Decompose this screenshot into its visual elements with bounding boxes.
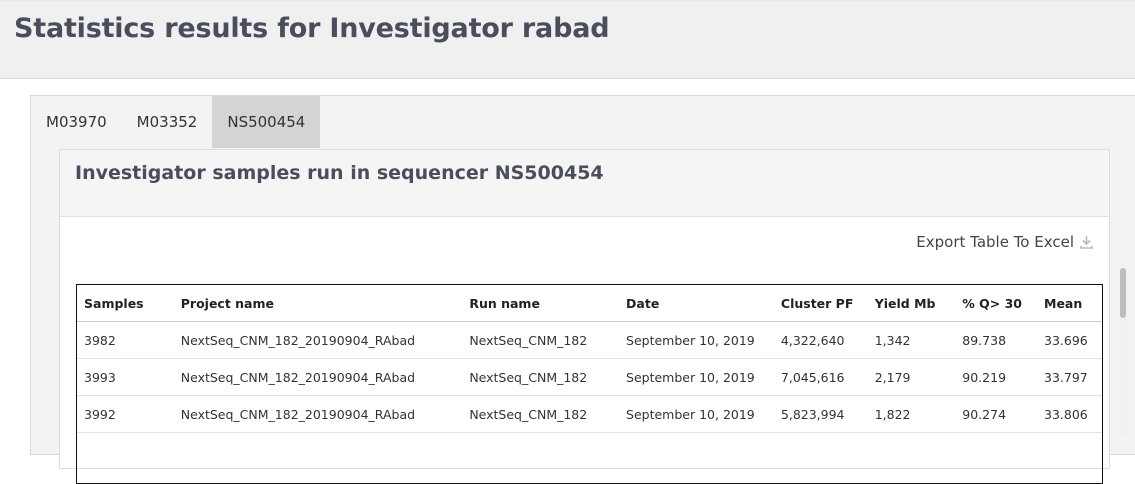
table-row: 3982 NextSeq_CNM_182_20190904_RAbad Next… xyxy=(77,321,1102,359)
cell-yield-mb: 1,822 xyxy=(867,395,956,433)
table-row: 3993 NextSeq_CNM_182_20190904_RAbad Next… xyxy=(77,358,1102,396)
table-header-row: Samples Project name Run name Date Clust… xyxy=(77,285,1102,322)
cell-q30: 89.738 xyxy=(955,321,1038,359)
column-header-samples[interactable]: Samples xyxy=(77,285,174,322)
cell-samples: 3993 xyxy=(77,358,174,396)
cell-date: September 10, 2019 xyxy=(619,321,774,359)
card-title: Investigator samples run in sequencer NS… xyxy=(75,162,604,184)
cell-cluster-pf: 7,045,616 xyxy=(773,358,868,396)
tab-ns500454[interactable]: NS500454 xyxy=(212,96,321,148)
cell-run-name: NextSeq_CNM_182 xyxy=(462,358,620,396)
tab-m03352[interactable]: M03352 xyxy=(122,96,213,148)
card-header: Investigator samples run in sequencer NS… xyxy=(60,150,1109,217)
vertical-scrollbar[interactable] xyxy=(1119,268,1127,436)
cell-cluster-pf: 4,322,640 xyxy=(773,321,868,359)
export-excel-label: Export Table To Excel xyxy=(916,233,1074,251)
column-header-yield-mb[interactable]: Yield Mb xyxy=(867,285,956,322)
cell-project-name: NextSeq_CNM_182_20190904_RAbad xyxy=(173,358,463,396)
cell-project-name: NextSeq_CNM_182_20190904_RAbad xyxy=(173,321,463,359)
table-row: 3992 NextSeq_CNM_182_20190904_RAbad Next… xyxy=(77,395,1102,433)
column-header-run-name[interactable]: Run name xyxy=(462,285,620,322)
scrollbar-thumb[interactable] xyxy=(1120,268,1126,318)
cell-samples: 3992 xyxy=(77,395,174,433)
page-header: Statistics results for Investigator raba… xyxy=(0,0,1135,79)
cell-q30: 90.219 xyxy=(955,358,1038,396)
column-header-mean[interactable]: Mean xyxy=(1037,285,1102,322)
cell-mean: 33.797 xyxy=(1037,358,1102,396)
tab-bar: M03970 M03352 NS500454 xyxy=(31,96,321,148)
cell-cluster-pf: 5,823,994 xyxy=(773,395,868,433)
sequencer-tabs-panel: M03970 M03352 NS500454 Investigator samp… xyxy=(30,95,1135,484)
cell-q30: 90.274 xyxy=(955,395,1038,433)
cell-date: September 10, 2019 xyxy=(619,358,774,396)
tab-m03970[interactable]: M03970 xyxy=(31,96,122,148)
download-icon xyxy=(1080,236,1093,249)
column-header-project-name[interactable]: Project name xyxy=(173,285,463,322)
results-card: Investigator samples run in sequencer NS… xyxy=(59,149,1110,484)
cell-yield-mb: 2,179 xyxy=(867,358,956,396)
cell-project-name: NextSeq_CNM_182_20190904_RAbad xyxy=(173,395,463,433)
results-table: Samples Project name Run name Date Clust… xyxy=(76,284,1103,484)
export-excel-button[interactable]: Export Table To Excel xyxy=(916,233,1093,251)
cell-yield-mb: 1,342 xyxy=(867,321,956,359)
cell-run-name: NextSeq_CNM_182 xyxy=(462,321,620,359)
column-header-q30[interactable]: % Q> 30 xyxy=(955,285,1038,322)
cell-samples: 3982 xyxy=(77,321,174,359)
page-title: Statistics results for Investigator raba… xyxy=(14,13,610,44)
cell-run-name: NextSeq_CNM_182 xyxy=(462,395,620,433)
column-header-date[interactable]: Date xyxy=(619,285,774,322)
column-header-cluster-pf[interactable]: Cluster PF xyxy=(773,285,868,322)
cell-mean: 33.696 xyxy=(1037,321,1102,359)
cell-mean: 33.806 xyxy=(1037,395,1102,433)
cell-date: September 10, 2019 xyxy=(619,395,774,433)
